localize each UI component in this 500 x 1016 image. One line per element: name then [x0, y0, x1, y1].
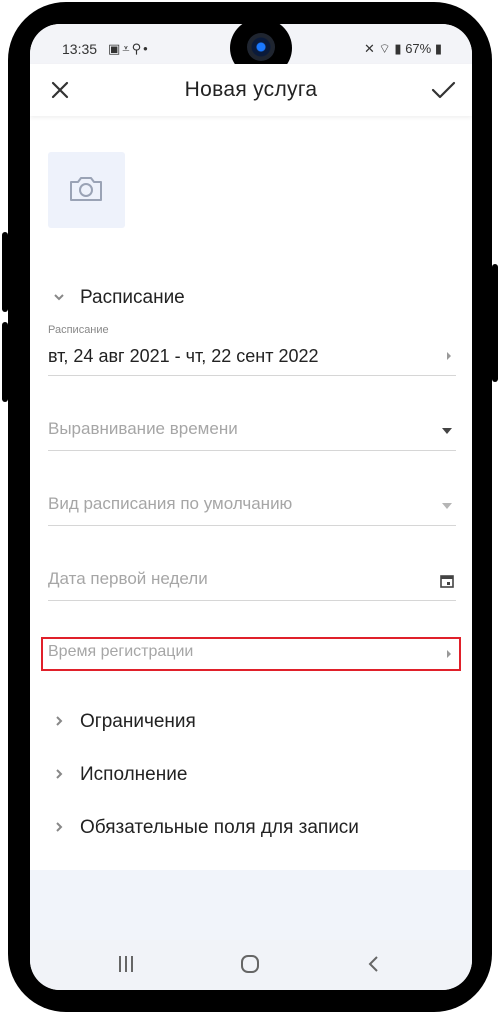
schedule-field-value: вт, 24 авг 2021 - чт, 22 сент 2022	[48, 346, 319, 366]
camera-lens	[247, 33, 275, 61]
camera-icon	[70, 177, 102, 201]
highlight-box	[41, 637, 461, 671]
section-schedule-title: Расписание	[80, 287, 185, 308]
section-required-fields-header[interactable]: Обязательные поля для записи	[52, 814, 452, 844]
page-title: Новая услуга	[184, 78, 318, 101]
screen: 13:35 ▣⩡⚲• ✕ ⌔ ▮ 67% ▮ Новая услуга Расп…	[30, 24, 472, 990]
section-schedule-header[interactable]: Расписание	[52, 284, 352, 314]
dropdown-arrow-icon	[442, 503, 452, 509]
section-restrictions-title: Ограничения	[80, 711, 196, 732]
chevron-right-icon	[447, 352, 451, 360]
chevron-down-icon	[54, 294, 64, 301]
back-icon[interactable]	[362, 952, 386, 976]
volume-button	[2, 322, 8, 402]
first-week-date-field[interactable]: Дата первой недели	[48, 564, 456, 601]
section-restrictions-header[interactable]: Ограничения	[52, 708, 432, 738]
section-required-fields-title: Обязательные поля для записи	[80, 817, 359, 838]
schedule-field-label: Расписание	[48, 324, 109, 336]
dropdown-arrow-icon	[442, 428, 452, 434]
system-nav-bar	[30, 940, 472, 990]
search-icon: ⚲	[131, 41, 144, 56]
schedule-field[interactable]: Расписание вт, 24 авг 2021 - чт, 22 сент…	[48, 324, 456, 376]
time-alignment-placeholder: Выравнивание времени	[48, 419, 238, 438]
power-button	[2, 232, 8, 312]
side-button-right	[492, 264, 498, 382]
time-alignment-select[interactable]: Выравнивание времени	[48, 414, 456, 451]
battery-icon: ▮	[434, 41, 442, 56]
bottom-panel	[30, 870, 472, 940]
battery-level: 67%	[405, 41, 432, 56]
first-week-date-placeholder: Дата первой недели	[48, 569, 208, 588]
download-check-icon: ⩡	[122, 41, 132, 56]
photo-upload-button[interactable]	[48, 152, 125, 228]
image-icon: ▣	[108, 41, 123, 56]
app-bar: Новая услуга	[30, 64, 472, 116]
check-icon	[431, 81, 456, 99]
status-right: ✕ ⌔ ▮ 67% ▮	[364, 41, 442, 57]
default-view-select[interactable]: Вид расписания по умолчанию	[48, 489, 456, 526]
save-button[interactable]	[428, 76, 458, 104]
default-view-placeholder: Вид расписания по умолчанию	[48, 494, 293, 513]
wifi-icon: ⌔	[378, 41, 391, 56]
dot-icon: •	[143, 41, 150, 56]
recents-icon[interactable]	[114, 952, 138, 976]
chevron-right-icon	[56, 822, 63, 832]
status-notification-icons: ▣⩡⚲•	[108, 41, 150, 57]
signal-icon: ▮	[394, 41, 402, 56]
section-execution-header[interactable]: Исполнение	[52, 761, 432, 791]
mute-icon: ✕	[364, 41, 375, 56]
calendar-icon	[440, 575, 454, 588]
chevron-right-icon	[56, 769, 63, 779]
status-time: 13:35	[62, 41, 98, 57]
section-execution-title: Исполнение	[80, 764, 188, 785]
chevron-right-icon	[56, 716, 63, 726]
home-icon[interactable]	[238, 952, 262, 976]
